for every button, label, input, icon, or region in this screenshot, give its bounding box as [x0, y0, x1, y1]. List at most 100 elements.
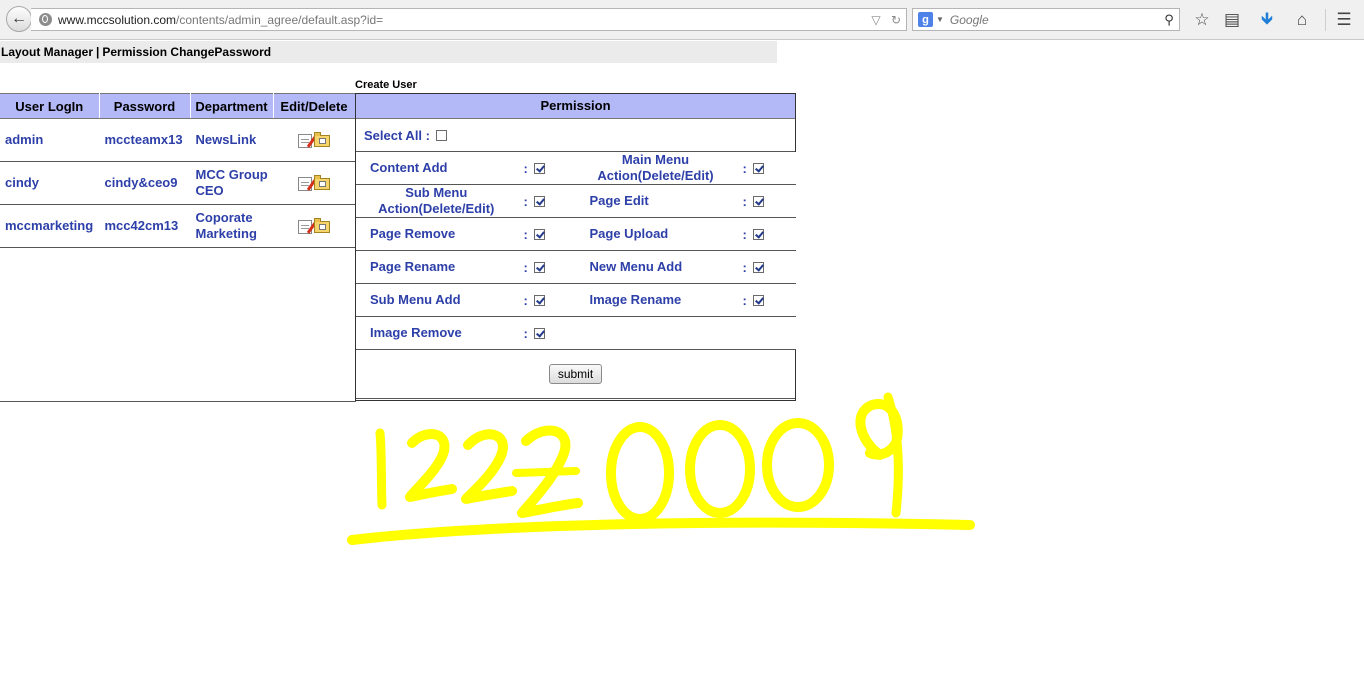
- select-all-row: Select All :: [356, 119, 795, 152]
- user-password: mccteamx13: [99, 118, 191, 162]
- toolbar-separator: [1325, 9, 1326, 31]
- permission-checkbox[interactable]: [752, 262, 764, 274]
- browser-toolbar: ← www.mccsolution.com/contents/admin_agr…: [0, 0, 1364, 40]
- permission-label: Image Remove: [356, 316, 518, 350]
- column-header-user-login: User LogIn: [0, 93, 100, 119]
- delete-icon[interactable]: [314, 174, 330, 190]
- empty-cell: [575, 316, 737, 350]
- menu-icon[interactable]: ☰: [1332, 8, 1356, 32]
- permission-label: Main Menu Action(Delete/Edit): [575, 152, 737, 185]
- permission-panel: Permission Select All : Content Add : Ma…: [355, 93, 796, 401]
- permission-label: Page Edit: [575, 184, 737, 218]
- user-login: admin: [0, 118, 100, 162]
- permission-label: Sub Menu Add: [356, 283, 518, 317]
- table-row: admin mccteamx13 NewsLink: [0, 118, 356, 162]
- user-password: cindy&ceo9: [99, 161, 191, 205]
- user-department: NewsLink: [190, 118, 274, 162]
- nav-change-password[interactable]: ChangePassword: [170, 45, 271, 59]
- nav-permission[interactable]: Permission: [102, 45, 167, 59]
- permission-label: Image Rename: [575, 283, 737, 317]
- users-table: User LogIn Password Department Edit/Dele…: [0, 93, 356, 248]
- nav-layout-manager[interactable]: Layout Manager: [1, 45, 93, 59]
- handwritten-annotation: [347, 392, 975, 545]
- permission-checkbox[interactable]: [533, 295, 545, 307]
- row-actions: [273, 204, 356, 248]
- submit-button[interactable]: submit: [548, 364, 603, 384]
- column-header-edit-delete: Edit/Delete: [273, 93, 356, 119]
- permission-row: Image Remove :: [356, 316, 796, 350]
- colon: :: [742, 293, 747, 309]
- permission-label: Page Remove: [356, 217, 518, 251]
- url-text[interactable]: www.mccsolution.com/contents/admin_agree…: [58, 13, 866, 27]
- url-path: /contents/admin_agree/default.asp?id=: [176, 12, 384, 27]
- permission-label: Page Rename: [356, 250, 518, 284]
- user-login: cindy: [0, 161, 100, 205]
- search-icon[interactable]: ⚲: [1159, 12, 1179, 28]
- home-icon[interactable]: ⌂: [1290, 8, 1314, 32]
- colon: :: [742, 260, 747, 276]
- user-password: mcc42cm13: [99, 204, 191, 248]
- create-user-link[interactable]: Create User: [355, 79, 417, 91]
- colon: :: [523, 260, 528, 276]
- user-department: Coporate Marketing: [190, 204, 274, 248]
- permission-label: New Menu Add: [575, 250, 737, 284]
- table-row: cindy cindy&ceo9 MCC Group CEO: [0, 161, 356, 205]
- row-actions: [273, 118, 356, 162]
- users-table-header: User LogIn Password Department Edit/Dele…: [0, 93, 356, 119]
- reload-icon[interactable]: ↻: [886, 10, 906, 30]
- download-icon[interactable]: 🡻: [1255, 8, 1279, 32]
- colon: :: [742, 194, 747, 210]
- edit-icon[interactable]: [298, 133, 312, 148]
- select-all-label: Select All :: [364, 127, 430, 143]
- permission-checkbox[interactable]: [752, 163, 764, 175]
- select-all-checkbox[interactable]: [435, 129, 447, 141]
- delete-icon[interactable]: [314, 217, 330, 233]
- colon: :: [523, 326, 528, 342]
- permission-checkbox[interactable]: [533, 229, 545, 241]
- address-bar[interactable]: www.mccsolution.com/contents/admin_agree…: [31, 8, 907, 31]
- colon: :: [523, 161, 528, 177]
- permission-checkbox[interactable]: [752, 229, 764, 241]
- row-actions: [273, 161, 356, 205]
- permission-checkbox[interactable]: [752, 295, 764, 307]
- user-department: MCC Group CEO: [190, 161, 274, 205]
- colon: :: [523, 194, 528, 210]
- permission-title: Permission: [356, 94, 795, 119]
- permission-checkbox[interactable]: [533, 328, 545, 340]
- google-icon[interactable]: g: [918, 12, 933, 27]
- permission-label: Sub Menu Action(Delete/Edit): [356, 184, 518, 218]
- url-host: www.mccsolution.com: [58, 12, 177, 27]
- permission-table: Content Add : Main Menu Action(Delete/Ed…: [356, 152, 796, 350]
- permission-checkbox[interactable]: [533, 163, 545, 175]
- user-login: mccmarketing: [0, 204, 100, 248]
- permission-row: Content Add : Main Menu Action(Delete/Ed…: [356, 152, 796, 185]
- edit-icon[interactable]: [298, 176, 312, 191]
- permission-label: Page Upload: [575, 217, 737, 251]
- annotation-strokes: [347, 392, 975, 545]
- back-arrow-icon[interactable]: ←: [6, 6, 32, 32]
- delete-icon[interactable]: [314, 131, 330, 147]
- globe-icon: [39, 13, 52, 26]
- admin-nav: Layout Manager | Permission ChangePassword: [0, 41, 777, 63]
- permission-row: Page Rename : New Menu Add :: [356, 250, 796, 284]
- reading-list-icon[interactable]: ▤: [1220, 8, 1244, 32]
- column-header-department: Department: [190, 93, 274, 119]
- search-input[interactable]: Google: [950, 13, 1159, 27]
- permission-checkbox[interactable]: [752, 196, 764, 208]
- permission-checkbox[interactable]: [533, 262, 545, 274]
- star-icon[interactable]: ☆: [1190, 8, 1214, 32]
- permission-row: Sub Menu Action(Delete/Edit) : Page Edit…: [356, 184, 796, 218]
- permission-checkbox[interactable]: [533, 196, 545, 208]
- edit-icon[interactable]: [298, 219, 312, 234]
- dropdown-arrow-icon[interactable]: ▽: [866, 10, 886, 30]
- colon: :: [523, 293, 528, 309]
- users-table-container: User LogIn Password Department Edit/Dele…: [0, 93, 356, 402]
- nav-separator: |: [96, 45, 100, 59]
- permission-row: Page Remove : Page Upload :: [356, 217, 796, 251]
- search-engine-dropdown-icon[interactable]: ▼: [936, 15, 944, 24]
- colon: :: [742, 161, 747, 177]
- permission-row: Sub Menu Add : Image Rename :: [356, 283, 796, 317]
- colon: :: [523, 227, 528, 243]
- search-bar[interactable]: g ▼ Google ⚲: [912, 8, 1180, 31]
- colon: :: [742, 227, 747, 243]
